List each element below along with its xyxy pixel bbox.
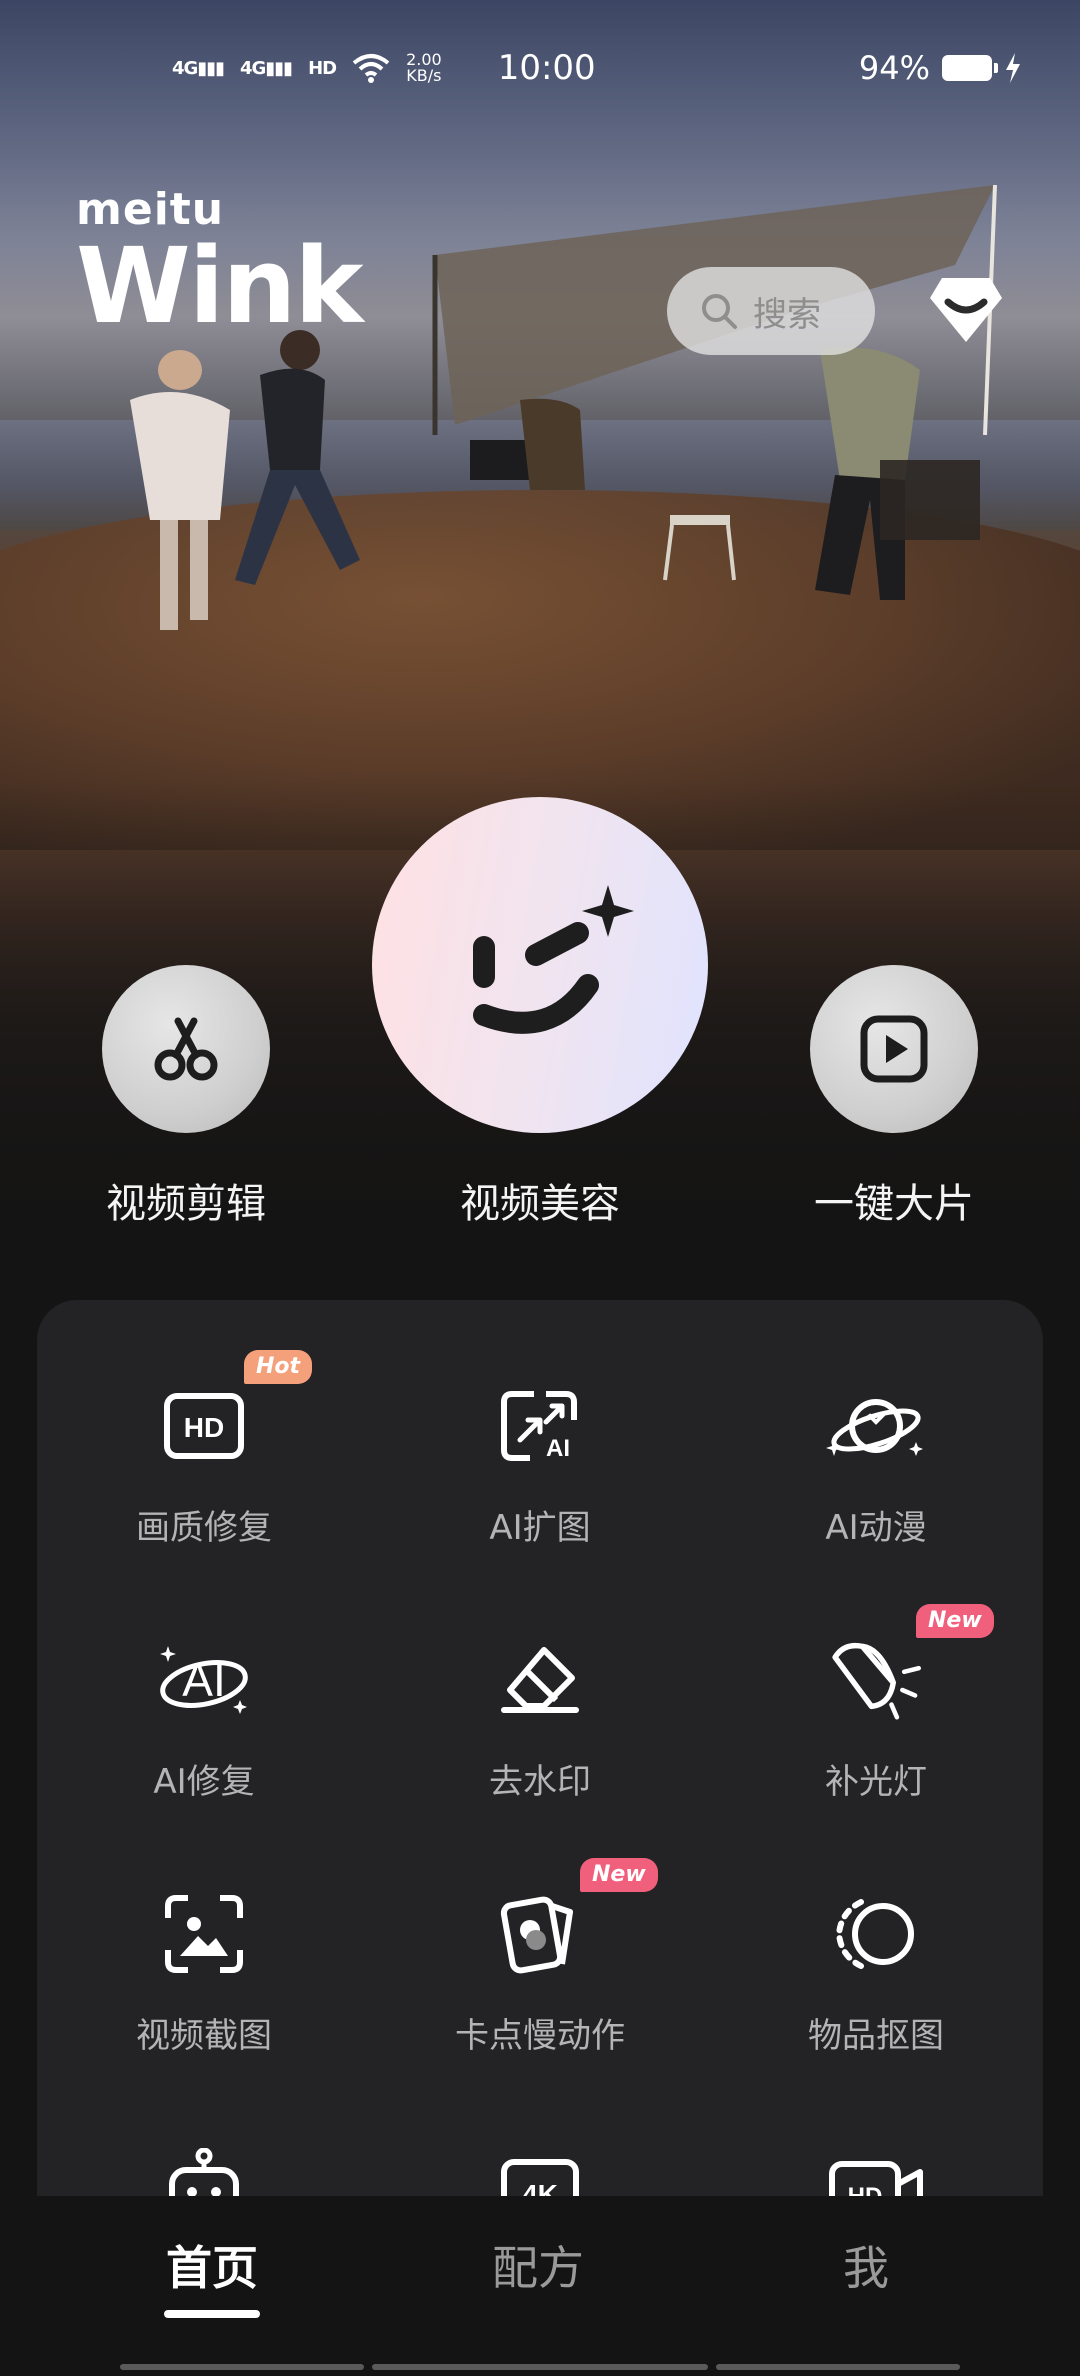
video-edit-button[interactable]: 视频剪辑 [92, 965, 280, 1229]
one-click-film-circle [810, 965, 978, 1133]
search-placeholder: 搜索 [753, 294, 821, 335]
tool-fill-light[interactable]: 补光灯 New [726, 1604, 1026, 1803]
screenshot-icon [154, 1884, 254, 1984]
one-click-film-button[interactable]: 一键大片 [800, 965, 988, 1229]
search-icon [702, 294, 737, 329]
nav-home[interactable]: 首页 [112, 2232, 312, 2298]
tool-quality-repair[interactable]: HD 画质修复 Hot [54, 1350, 354, 1549]
signal-icon: 4G▮▮▮ [240, 57, 293, 79]
tool-beat-slow-motion[interactable]: 卡点慢动作 New [390, 1858, 690, 2057]
wifi-icon [352, 54, 390, 83]
tool-ai-repair[interactable]: AI AI修复 [54, 1630, 354, 1803]
tool-label: 画质修复 [136, 1508, 272, 1548]
tool-label: AI扩图 [489, 1508, 591, 1548]
svg-text:AI: AI [546, 1435, 570, 1462]
video-beauty-button[interactable]: 视频美容 [372, 797, 708, 1229]
4k-icon: 4K [490, 2138, 590, 2200]
tool-object-cutout[interactable]: 物品抠图 [726, 1884, 1026, 2057]
scissors-icon [154, 1017, 218, 1081]
ai-repair-icon: AI [154, 1630, 254, 1730]
status-time: 10:00 [497, 48, 596, 88]
tool-remove-watermark[interactable]: 去水印 [390, 1630, 690, 1803]
gesture-bar [716, 2364, 960, 2370]
eraser-icon [490, 1630, 590, 1730]
cutout-icon [826, 1884, 926, 1984]
ai-expand-icon: AI [490, 1376, 590, 1476]
new-badge: New [916, 1604, 994, 1638]
tool-partial[interactable]: 4K [390, 2138, 690, 2200]
hd-icon: HD [154, 1376, 254, 1476]
search-button[interactable]: 搜索 [667, 267, 875, 355]
svg-text:HD: HD [184, 1412, 224, 1443]
tool-label: AI动漫 [825, 1508, 927, 1548]
bottom-nav: 首页 配方 我 [0, 2196, 1080, 2376]
nav-recipes[interactable]: 配方 [438, 2232, 638, 2298]
wink-face-icon [473, 885, 634, 1034]
status-bar-left: 4G▮▮▮ 4G▮▮▮ HD 2.00 KB/s 10:00 [172, 40, 596, 96]
net-speed: 2.00 KB/s [406, 50, 442, 85]
battery-percent: 94% [858, 49, 930, 87]
tool-label: 补光灯 [825, 1762, 927, 1802]
tool-label: 去水印 [489, 1762, 591, 1802]
tool-partial[interactable]: HD [726, 2138, 1026, 2200]
card-motion-icon [490, 1884, 590, 1984]
video-beauty-circle [372, 797, 708, 1133]
one-click-film-label: 一键大片 [814, 1181, 974, 1227]
video-edit-circle [102, 965, 270, 1133]
tool-video-screenshot[interactable]: 视频截图 [54, 1884, 354, 2057]
tool-label: 视频截图 [136, 2016, 272, 2056]
tool-label: 物品抠图 [808, 2016, 944, 2056]
hd-voice-icon: HD [308, 57, 337, 79]
tool-label: AI修复 [153, 1762, 255, 1802]
video-edit-label: 视频剪辑 [106, 1181, 266, 1227]
planet-icon [826, 1376, 926, 1476]
gesture-bar [372, 2364, 708, 2370]
tool-partial[interactable] [54, 2138, 354, 2200]
video-beauty-label: 视频美容 [460, 1181, 620, 1227]
tool-ai-anime[interactable]: AI动漫 [726, 1376, 1026, 1549]
nav-active-indicator [164, 2310, 260, 2318]
battery-icon [942, 55, 998, 81]
tool-ai-expand[interactable]: AI AI扩图 [390, 1376, 690, 1549]
status-bar-right: 94% [859, 40, 1022, 96]
nav-me[interactable]: 我 [766, 2232, 966, 2298]
new-badge: New [580, 1858, 658, 1892]
tool-label: 卡点慢动作 [455, 2016, 625, 2056]
logo-app-name: Wink [76, 225, 364, 347]
signal-icon: 4G▮▮▮ [172, 57, 225, 79]
tools-panel: HD 画质修复 Hot AI AI扩图 AI动漫 AI AI修复 去水印 补光灯… [37, 1300, 1043, 2200]
hd-video-icon: HD [826, 2138, 926, 2200]
app-logo: meitu Wink [76, 188, 364, 347]
gesture-bar [120, 2364, 364, 2370]
hot-badge: Hot [244, 1350, 313, 1384]
charging-icon [1006, 53, 1020, 83]
spotlight-icon [826, 1630, 926, 1730]
play-icon [860, 1015, 928, 1083]
svg-text:AI: AI [182, 1654, 225, 1706]
diamond-icon[interactable] [928, 276, 1004, 344]
robot-icon [154, 2138, 254, 2200]
